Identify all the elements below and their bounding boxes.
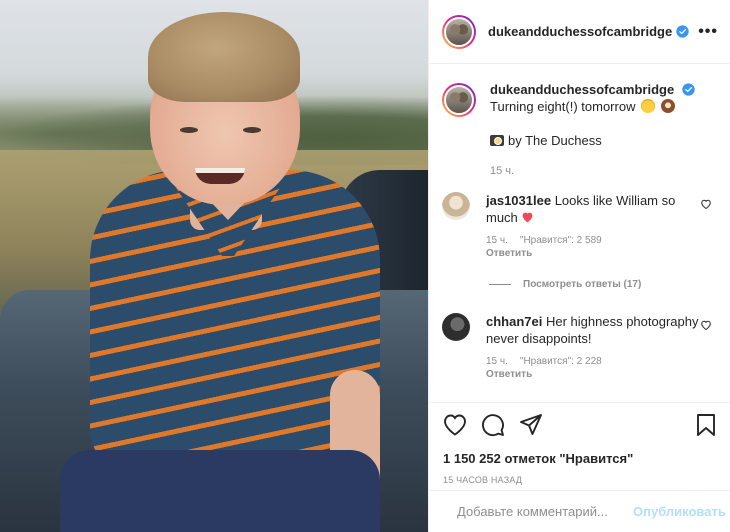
likes-count[interactable]: 1 150 252 отметок "Нравится" <box>443 451 716 466</box>
verified-icon <box>676 25 689 38</box>
commenter-avatar[interactable] <box>442 192 470 220</box>
caption-line1: Turning eight(!) tomorrow <box>490 99 636 114</box>
post-header: dukeandduchessofcambridge ••• <box>429 0 730 64</box>
photo-boy-shorts <box>60 450 380 532</box>
comment-item: jas1031lee Looks like William so much 15… <box>429 192 730 260</box>
reply-button[interactable]: Ответить <box>486 368 718 381</box>
caption-text-line: Turning eight(!) tomorrow <box>490 98 695 115</box>
commenter-avatar[interactable] <box>442 313 470 341</box>
comment-body: jas1031lee Looks like William so much 15… <box>486 192 718 260</box>
caption-credit-line: by The Duchess <box>490 132 695 149</box>
post-timestamp: 15 ЧАСОВ НАЗАД <box>443 475 523 485</box>
caption-username[interactable]: dukeandduchessofcambridge <box>490 82 674 97</box>
avatar-image <box>444 16 474 47</box>
heart-icon[interactable] <box>443 414 467 436</box>
comment-input[interactable] <box>457 504 633 519</box>
comment-meta: 15 ч. "Нравится": 2 228 Ответить <box>486 355 718 381</box>
party-face-emoji-icon <box>641 99 656 113</box>
view-replies-button[interactable]: Посмотреть ответы (17) <box>489 279 641 290</box>
caption-timestamp: 15 ч. <box>490 165 515 177</box>
verified-icon <box>682 83 695 96</box>
caption-line2: by The Duchess <box>508 133 602 148</box>
camera-emoji-icon <box>490 135 504 146</box>
photo-boy-eye <box>180 127 198 133</box>
caption-avatar[interactable] <box>442 83 476 117</box>
cake-emoji-icon <box>660 99 675 113</box>
action-icons <box>443 413 716 437</box>
profile-avatar[interactable] <box>442 14 476 49</box>
comment-meta: 15 ч. "Нравится": 2 589 Ответить <box>486 234 718 260</box>
caption-body: dukeandduchessofcambridge Turning eight(… <box>490 81 695 180</box>
replies-dash <box>489 284 511 285</box>
comment-icon[interactable] <box>481 413 505 437</box>
photo-boy-hair <box>148 12 300 102</box>
comment-time: 15 ч. <box>486 235 508 246</box>
comment-likes[interactable]: "Нравится": 2 228 <box>520 356 602 367</box>
bookmark-icon[interactable] <box>696 413 716 437</box>
reply-button[interactable]: Ответить <box>486 247 718 260</box>
red-heart-emoji-icon <box>523 212 533 223</box>
comment-like-icon[interactable] <box>700 319 712 331</box>
add-comment-bar: Опубликовать <box>429 490 730 532</box>
comment-username[interactable]: chhan7ei <box>486 314 542 329</box>
more-options-icon[interactable]: ••• <box>698 23 718 41</box>
comment-body: chhan7ei Her highness photography never … <box>486 313 718 381</box>
comment-likes[interactable]: "Нравится": 2 589 <box>520 235 602 246</box>
photo-boy-eye <box>243 127 261 133</box>
avatar-image <box>444 85 474 115</box>
post-side-panel: dukeandduchessofcambridge ••• dukeandduc… <box>428 0 730 532</box>
comment-username[interactable]: jas1031lee <box>486 193 551 208</box>
share-icon[interactable] <box>519 413 543 437</box>
post-actions: 1 150 252 отметок "Нравится" 15 ЧАСОВ НА… <box>429 402 730 485</box>
comment-like-icon[interactable] <box>700 198 712 210</box>
post-caption: dukeandduchessofcambridge Turning eight(… <box>429 65 730 180</box>
publish-button[interactable]: Опубликовать <box>633 504 726 519</box>
header-username[interactable]: dukeandduchessofcambridge <box>488 24 672 39</box>
comment-time: 15 ч. <box>486 356 508 367</box>
view-replies-label: Посмотреть ответы (17) <box>523 279 642 290</box>
comment-item: chhan7ei Her highness photography never … <box>429 313 730 381</box>
comments-list[interactable]: dukeandduchessofcambridge Turning eight(… <box>429 65 730 402</box>
post-photo[interactable] <box>0 0 428 532</box>
